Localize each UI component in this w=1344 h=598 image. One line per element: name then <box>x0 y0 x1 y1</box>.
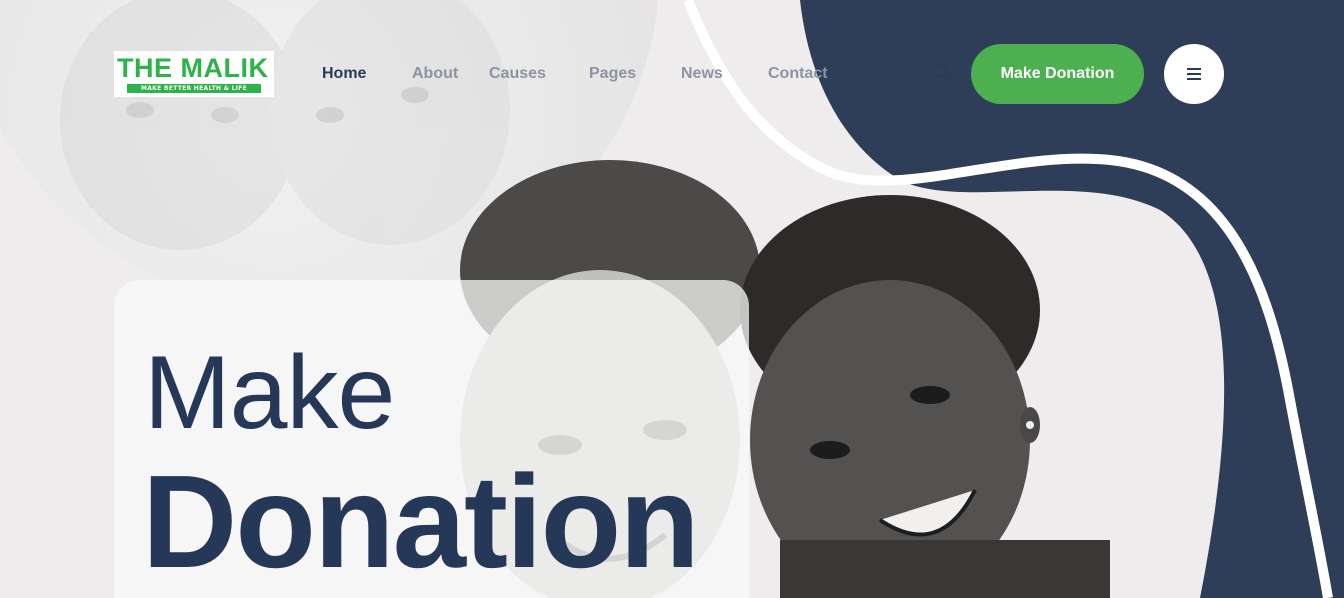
nav-news[interactable]: News <box>681 64 723 84</box>
nav-causes[interactable]: Causes <box>489 64 546 84</box>
brand-tagline: MAKE BETTER HEALTH & LIFE <box>127 84 261 93</box>
nav-contact[interactable]: Contact <box>768 64 828 84</box>
hero-title-line1: Make <box>144 335 395 451</box>
nav-about[interactable]: About <box>412 64 458 84</box>
brand-logo[interactable]: THE MALIK MAKE BETTER HEALTH & LIFE <box>114 51 274 97</box>
brand-name: THE MALIK <box>117 53 269 83</box>
menu-button[interactable] <box>1164 44 1224 104</box>
nav-pages[interactable]: Pages <box>589 64 636 84</box>
make-donation-button[interactable]: Make Donation <box>971 44 1144 104</box>
search-button[interactable] <box>933 63 953 83</box>
search-icon <box>934 64 952 82</box>
nav-home[interactable]: Home <box>322 64 366 84</box>
hero-title-line2: Donation <box>142 448 700 595</box>
